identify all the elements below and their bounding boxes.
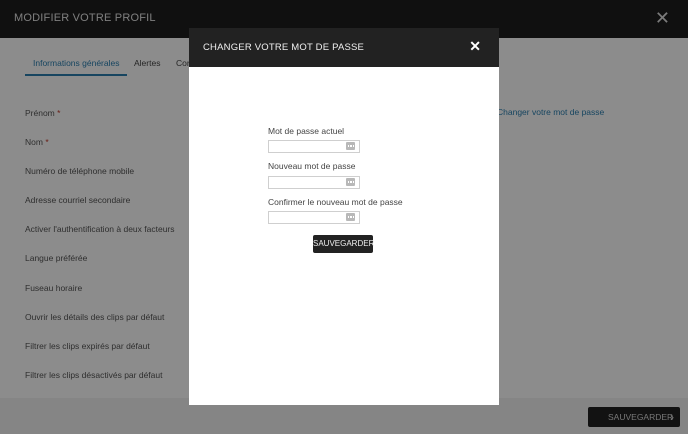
new-password-input[interactable] [268,176,360,189]
modal-close-icon[interactable]: ✕ [469,38,481,55]
password-manager-icon[interactable] [346,142,355,150]
confirm-password-label: Confirmer le nouveau mot de passe [268,197,403,207]
modal-title: CHANGER VOTRE MOT DE PASSE [203,42,365,53]
modal-header: CHANGER VOTRE MOT DE PASSE ✕ [189,28,499,67]
current-password-input[interactable] [268,140,360,153]
confirm-password-input[interactable] [268,211,360,224]
password-manager-icon[interactable] [346,213,355,221]
current-password-label: Mot de passe actuel [268,126,345,136]
modal-save-button[interactable]: SAUVEGARDER [313,235,374,253]
new-password-label: Nouveau mot de passe [268,161,356,171]
password-manager-icon[interactable] [346,178,355,186]
change-password-modal: CHANGER VOTRE MOT DE PASSE ✕ Mot de pass… [189,28,499,405]
